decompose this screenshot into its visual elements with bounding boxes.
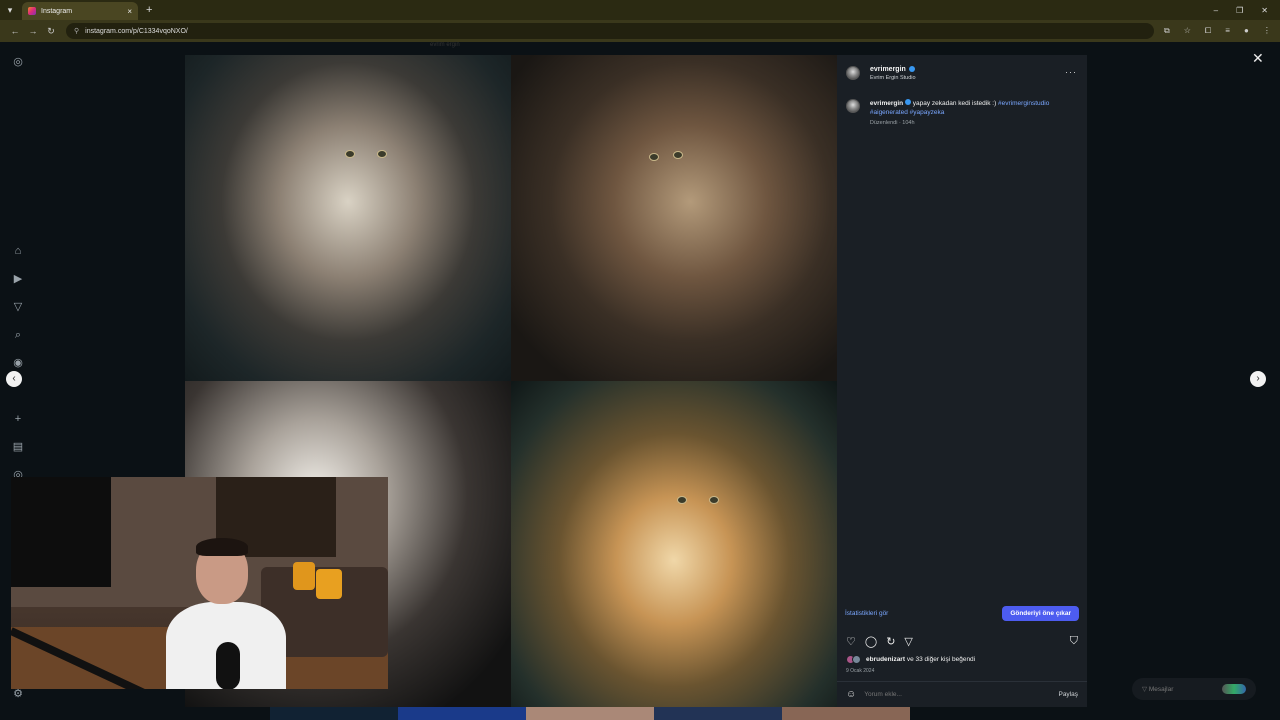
share-icon[interactable]: ▽ [904, 635, 912, 648]
cat-image-2 [511, 55, 837, 381]
post-header: evrimergin Evrim Ergin Studio ··· [837, 55, 1087, 91]
messages-label: Mesajlar [1148, 685, 1174, 693]
tab-search-icon[interactable]: ▾ [0, 0, 20, 20]
comment-icon[interactable]: ◯ [865, 635, 877, 648]
media-icon[interactable]: ≡ [1225, 26, 1230, 36]
messages-dock[interactable]: ▽ Mesajlar [1132, 678, 1256, 700]
webcam-pillow [316, 569, 342, 599]
post-actions: ♡ ◯ ↻ ▽ ⛉ [837, 633, 1087, 649]
explore-icon[interactable]: ◉ [11, 356, 25, 370]
forward-icon[interactable]: → [24, 26, 42, 36]
webcam-person [166, 538, 286, 689]
bookmark-star-icon[interactable]: ☆ [1184, 26, 1191, 36]
hashtag[interactable]: #yapayzeka [910, 109, 945, 116]
author-subtitle[interactable]: Evrim Ergin Studio [870, 75, 916, 81]
instagram-logo-icon[interactable]: ◎ [11, 55, 25, 69]
webcam-person-hair [196, 538, 248, 556]
comment-bar: ☺ Paylaş [837, 681, 1087, 707]
install-icon[interactable]: ⧉ [1164, 26, 1170, 36]
hashtag[interactable]: #evrimerginstudio [998, 100, 1049, 107]
like-icon[interactable]: ♡ [846, 635, 856, 648]
caption-username[interactable]: evrimergin [870, 100, 903, 107]
more-options-icon[interactable]: ··· [1065, 67, 1077, 77]
tab-title: Instagram [41, 7, 73, 15]
extensions-icon[interactable]: ⧠ [1205, 26, 1211, 36]
reels-icon[interactable]: ▶ [11, 272, 25, 286]
close-icon[interactable]: ✕ [1252, 50, 1264, 67]
post-comment-button[interactable]: Paylaş [1058, 691, 1078, 698]
tab-close-icon[interactable]: × [127, 7, 132, 16]
insights-row: İstatistikleri gör Gönderiyi öne çıkar [837, 603, 1087, 623]
instagram-favicon-icon [28, 7, 36, 15]
boost-post-button[interactable]: Gönderiyi öne çıkar [1002, 605, 1079, 621]
background-text: evrim ergin [430, 42, 460, 48]
likes-text: ebrudenizart ve 33 diğer kişi beğendi [866, 656, 976, 663]
verified-badge-icon [904, 99, 911, 105]
create-icon[interactable]: + [11, 412, 25, 426]
tab-instagram[interactable]: Instagram × [22, 2, 138, 20]
search-icon[interactable]: ⌕ [11, 328, 25, 342]
cat-eye [345, 150, 355, 158]
cat-eye [649, 153, 659, 161]
home-icon[interactable]: ⌂ [11, 244, 25, 258]
address-bar-row: ← → ↻ ⚲ instagram.com/p/C1334vqoNXO/ ⧉ ☆… [0, 20, 1280, 42]
caption-avatar[interactable] [846, 99, 860, 113]
webcam-pillow [293, 562, 315, 590]
comment-input[interactable] [864, 691, 1035, 698]
messages-icon: ▽ [1142, 686, 1149, 693]
background-thumbnails [270, 707, 910, 720]
liker-avatar [852, 655, 861, 664]
repost-icon[interactable]: ↻ [886, 635, 895, 648]
threads-icon[interactable]: ⚙ [11, 687, 25, 701]
dashboard-icon[interactable]: ▤ [11, 440, 25, 454]
profile-icon[interactable]: ● [1244, 26, 1249, 36]
minimize-button[interactable]: – [1214, 6, 1218, 15]
messages-icon[interactable]: ▽ [11, 300, 25, 314]
microphone [216, 642, 240, 689]
webcam-overlay [11, 477, 388, 689]
next-post-arrow-icon[interactable]: › [1250, 371, 1266, 387]
cat-image-1 [185, 55, 511, 381]
reload-icon[interactable]: ↻ [42, 26, 60, 37]
cat-eye [709, 496, 719, 504]
cat-eye [377, 150, 387, 158]
verified-badge-icon [908, 66, 915, 72]
post-date: 9 Ocak 2024 [846, 668, 875, 674]
site-info-icon[interactable]: ⚲ [74, 27, 79, 35]
browser-tabbar: ▾ Instagram × + – ❐ ✕ [0, 0, 1280, 20]
author-name[interactable]: evrimergin [870, 66, 916, 73]
post-side-panel: evrimergin Evrim Ergin Studio ··· evrime… [837, 55, 1087, 707]
likes-summary[interactable]: ebrudenizart ve 33 diğer kişi beğendi [846, 655, 975, 664]
new-tab-button[interactable]: + [146, 4, 152, 16]
caption-text: yapay zekadan kedi istedik :) [912, 100, 999, 107]
restore-button[interactable]: ❐ [1236, 6, 1243, 15]
back-icon[interactable]: ← [6, 26, 24, 36]
hashtag[interactable]: #aigenerated [870, 109, 908, 116]
url-field[interactable]: ⚲ instagram.com/p/C1334vqoNXO/ [66, 23, 1154, 39]
caption-body: evrimergin yapay zekadan kedi istedik :)… [870, 99, 1078, 128]
browser-menu-icon[interactable]: ⋮ [1263, 26, 1271, 36]
post-caption: evrimergin yapay zekadan kedi istedik :)… [846, 99, 1078, 128]
window-controls: – ❐ ✕ [1214, 6, 1280, 15]
view-insights-link[interactable]: İstatistikleri gör [845, 610, 888, 617]
emoji-icon[interactable]: ☺ [846, 689, 856, 700]
cat-image-4 [511, 381, 837, 707]
prev-post-arrow-icon[interactable]: ‹ [6, 371, 22, 387]
author-info: evrimergin Evrim Ergin Studio [870, 66, 916, 81]
message-avatars [1222, 684, 1246, 694]
cat-eye [677, 496, 687, 504]
url-text: instagram.com/p/C1334vqoNXO/ [85, 27, 188, 35]
edited-meta: Düzenlendi · 104h [869, 120, 915, 126]
save-bookmark-icon[interactable]: ⛉ [1070, 635, 1078, 648]
window-close-button[interactable]: ✕ [1261, 6, 1268, 15]
toolbar-icons: ⧉ ☆ ⧠ ≡ ● ⋮ [1164, 26, 1271, 36]
author-avatar[interactable] [846, 66, 860, 80]
cat-eye [673, 151, 683, 159]
webcam-tv [11, 477, 111, 587]
